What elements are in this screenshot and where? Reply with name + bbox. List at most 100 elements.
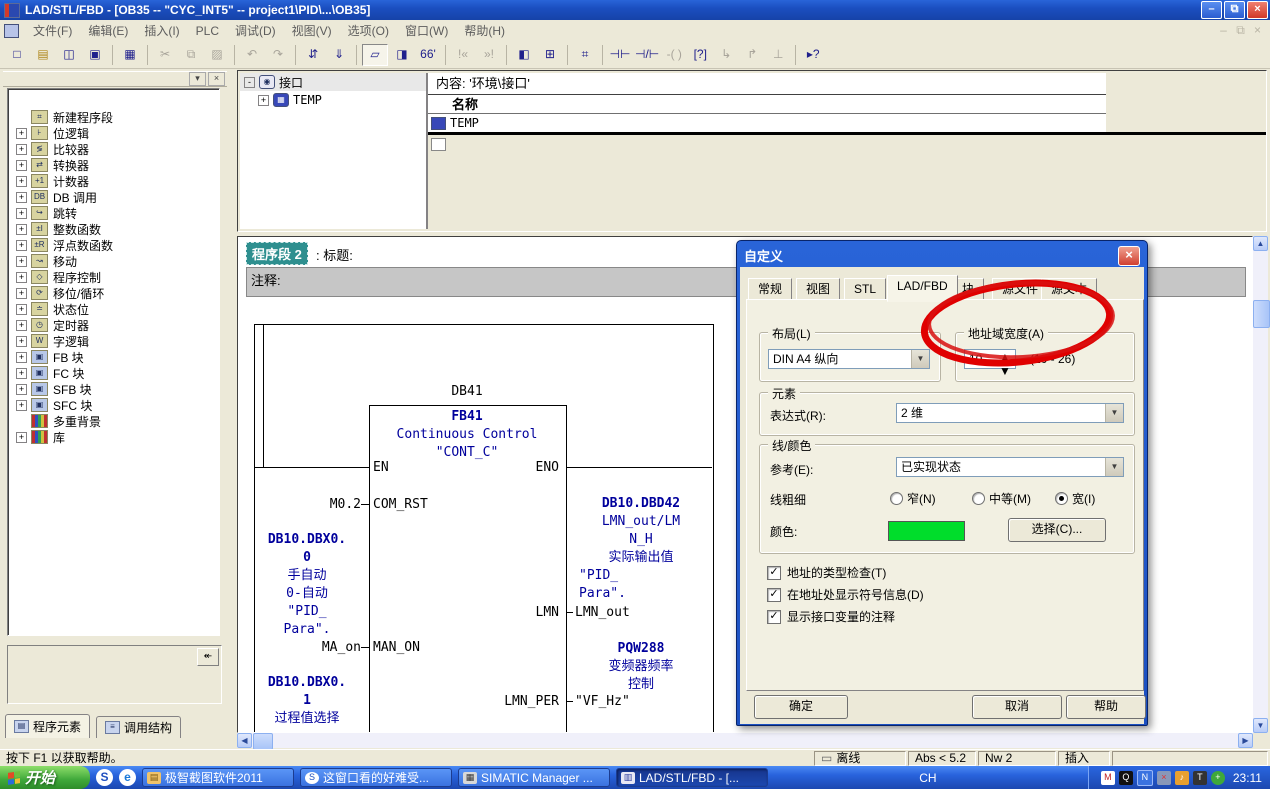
vertical-scrollbar[interactable]: ▲ ▼: [1253, 236, 1268, 733]
tree-item-sfb-blocks[interactable]: +▣SFB 块: [8, 381, 219, 397]
tab-lad-fbd[interactable]: LAD/FBD: [887, 275, 958, 302]
tab-call-structure[interactable]: ≡ 调用结构: [96, 716, 181, 738]
interface-comment-checkbox[interactable]: ✓: [767, 610, 781, 624]
detail-window-icon[interactable]: ⊞: [538, 45, 562, 65]
scroll-right-icon[interactable]: ▶: [1238, 733, 1253, 748]
operand-right1-0[interactable]: DB10.DBD42: [571, 495, 711, 513]
menu-plc[interactable]: PLC: [188, 22, 227, 40]
tree-item-library[interactable]: + 库: [8, 429, 219, 445]
tree-item-jump[interactable]: +↪跳转: [8, 205, 219, 221]
print-icon[interactable]: ▦: [118, 45, 142, 65]
reference-dropdown-icon[interactable]: ▼: [1105, 458, 1123, 476]
operand-left1-6[interactable]: MA_on: [241, 639, 361, 657]
tree-item-float-fn[interactable]: +±R浮点数函数: [8, 237, 219, 253]
operand-left2-0[interactable]: DB10.DBX0.: [249, 674, 365, 692]
tree-item-bit-logic[interactable]: +⊦位逻辑: [8, 125, 219, 141]
coil-icon[interactable]: -( ): [662, 45, 686, 65]
cut-icon[interactable]: ✂: [153, 45, 177, 65]
operand-m02[interactable]: M0.2: [241, 496, 361, 514]
close-button[interactable]: ×: [1247, 1, 1268, 19]
tree-item-sfc-blocks[interactable]: +▣SFC 块: [8, 397, 219, 413]
tab-source-file[interactable]: 源文件: [992, 278, 1048, 301]
network-title[interactable]: : 标题:: [316, 245, 353, 264]
expression-dropdown-icon[interactable]: ▼: [1105, 404, 1123, 422]
dialog-close-icon[interactable]: ×: [1118, 246, 1140, 266]
cancel-button[interactable]: 取消: [972, 695, 1062, 719]
catalog-options-icon[interactable]: ▾: [189, 72, 206, 86]
undo-icon[interactable]: ↶: [240, 45, 264, 65]
network-label-chip[interactable]: 程序段 2: [246, 242, 308, 265]
tree-item-converter[interactable]: +⇄转换器: [8, 157, 219, 173]
start-button[interactable]: 开始: [0, 766, 90, 789]
reference-combo[interactable]: 已实现状态 ▼: [896, 457, 1124, 477]
tree-item-move[interactable]: +↝移动: [8, 253, 219, 269]
tree-item-status-bit[interactable]: +≐状态位: [8, 301, 219, 317]
next-error-icon[interactable]: »!: [477, 45, 501, 65]
radio-medium-dot[interactable]: [972, 492, 985, 505]
spin-down-icon[interactable]: ▼: [999, 364, 1015, 378]
glasses-icon[interactable]: 66': [416, 45, 440, 65]
tools-icon[interactable]: T: [1193, 771, 1207, 785]
menu-help[interactable]: 帮助(H): [456, 20, 513, 41]
tab-source-text[interactable]: 源文本: [1041, 278, 1097, 301]
check-symbol-info[interactable]: ✓在地址处显示符号信息(D): [767, 586, 924, 603]
menu-insert[interactable]: 插入(I): [136, 20, 187, 41]
menu-file[interactable]: 文件(F): [25, 20, 80, 41]
operand-right2-0[interactable]: PQW288: [571, 640, 711, 658]
tree-item-comparator[interactable]: +≶比较器: [8, 141, 219, 157]
child-window-icon[interactable]: [4, 24, 19, 38]
expression-combo[interactable]: 2 维 ▼: [896, 403, 1124, 423]
task-lad-stl-fbd[interactable]: ▥ LAD/STL/FBD - [...: [616, 768, 768, 787]
contact-no-icon[interactable]: ⊣⊢: [608, 45, 632, 65]
copy-icon[interactable]: ⧉: [179, 45, 203, 65]
save-icon[interactable]: ▣: [83, 45, 107, 65]
variable-row-empty[interactable]: [428, 137, 446, 152]
task-browser-window[interactable]: S 这窗口看的好难受...: [300, 768, 452, 787]
symbol-info-checkbox[interactable]: ✓: [767, 588, 781, 602]
task-simatic-manager[interactable]: ▦ SIMATIC Manager ...: [458, 768, 610, 787]
radio-medium[interactable]: 中等(M): [972, 490, 1031, 507]
open-online-icon[interactable]: ◫: [57, 45, 81, 65]
tab-stl[interactable]: STL: [844, 278, 886, 301]
type-check-checkbox[interactable]: ✓: [767, 566, 781, 580]
menu-options[interactable]: 选项(O): [340, 20, 397, 41]
ie-quicklaunch-icon[interactable]: e: [119, 769, 136, 786]
menu-debug[interactable]: 调试(D): [227, 20, 284, 41]
menu-view[interactable]: 视图(V): [284, 20, 340, 41]
interface-temp-row[interactable]: + ▦ TEMP: [240, 91, 426, 109]
operand-left1-0[interactable]: DB10.DBX0.: [249, 531, 365, 549]
horizontal-scrollbar[interactable]: ◀ ▶: [237, 733, 1253, 748]
download-call-icon[interactable]: ⇵: [301, 45, 325, 65]
new-icon[interactable]: □: [5, 45, 29, 65]
tree-item-program-control[interactable]: +◇程序控制: [8, 269, 219, 285]
radio-wide[interactable]: 宽(I): [1055, 490, 1095, 507]
layout-combo[interactable]: DIN A4 纵向 ▼: [768, 349, 930, 369]
tree-item-multi-instance[interactable]: 多重背景: [8, 413, 219, 429]
radio-narrow[interactable]: 窄(N): [890, 490, 936, 507]
choose-color-button[interactable]: 选择(C)...: [1008, 518, 1106, 542]
qq-icon[interactable]: Q: [1119, 771, 1133, 785]
horizontal-scroll-thumb[interactable]: [253, 733, 273, 750]
new-network-icon[interactable]: ⌗: [573, 45, 597, 65]
audio-muted-icon[interactable]: ×: [1157, 771, 1171, 785]
symbol-info-icon[interactable]: ▱: [362, 44, 388, 66]
language-indicator[interactable]: CH: [909, 771, 946, 785]
scroll-down-icon[interactable]: ▼: [1253, 718, 1268, 733]
network-icon[interactable]: N: [1137, 770, 1153, 786]
catalog-grip[interactable]: ▾ ×: [3, 71, 227, 87]
previous-error-icon[interactable]: !«: [451, 45, 475, 65]
check-interface-comment[interactable]: ✓显示接口变量的注释: [767, 608, 895, 625]
db-instance-label[interactable]: DB41: [369, 383, 565, 401]
address-width-spinner[interactable]: 10 ▲▼: [964, 349, 1016, 369]
collapse-icon[interactable]: -: [244, 77, 255, 88]
tree-item-timer[interactable]: +◷定时器: [8, 317, 219, 333]
monitor-icon[interactable]: ◨: [390, 45, 414, 65]
tab-general[interactable]: 常规: [748, 278, 792, 301]
tree-item-word-logic[interactable]: +W字逻辑: [8, 333, 219, 349]
tree-item-new-network[interactable]: ⌗新建程序段: [8, 109, 219, 125]
redo-icon[interactable]: ↷: [266, 45, 290, 65]
menu-edit[interactable]: 编辑(E): [80, 20, 136, 41]
variable-row-temp[interactable]: TEMP: [428, 114, 1106, 132]
spin-up-icon[interactable]: ▲: [999, 350, 1015, 364]
interface-root-row[interactable]: - ◉ 接口: [240, 73, 426, 91]
